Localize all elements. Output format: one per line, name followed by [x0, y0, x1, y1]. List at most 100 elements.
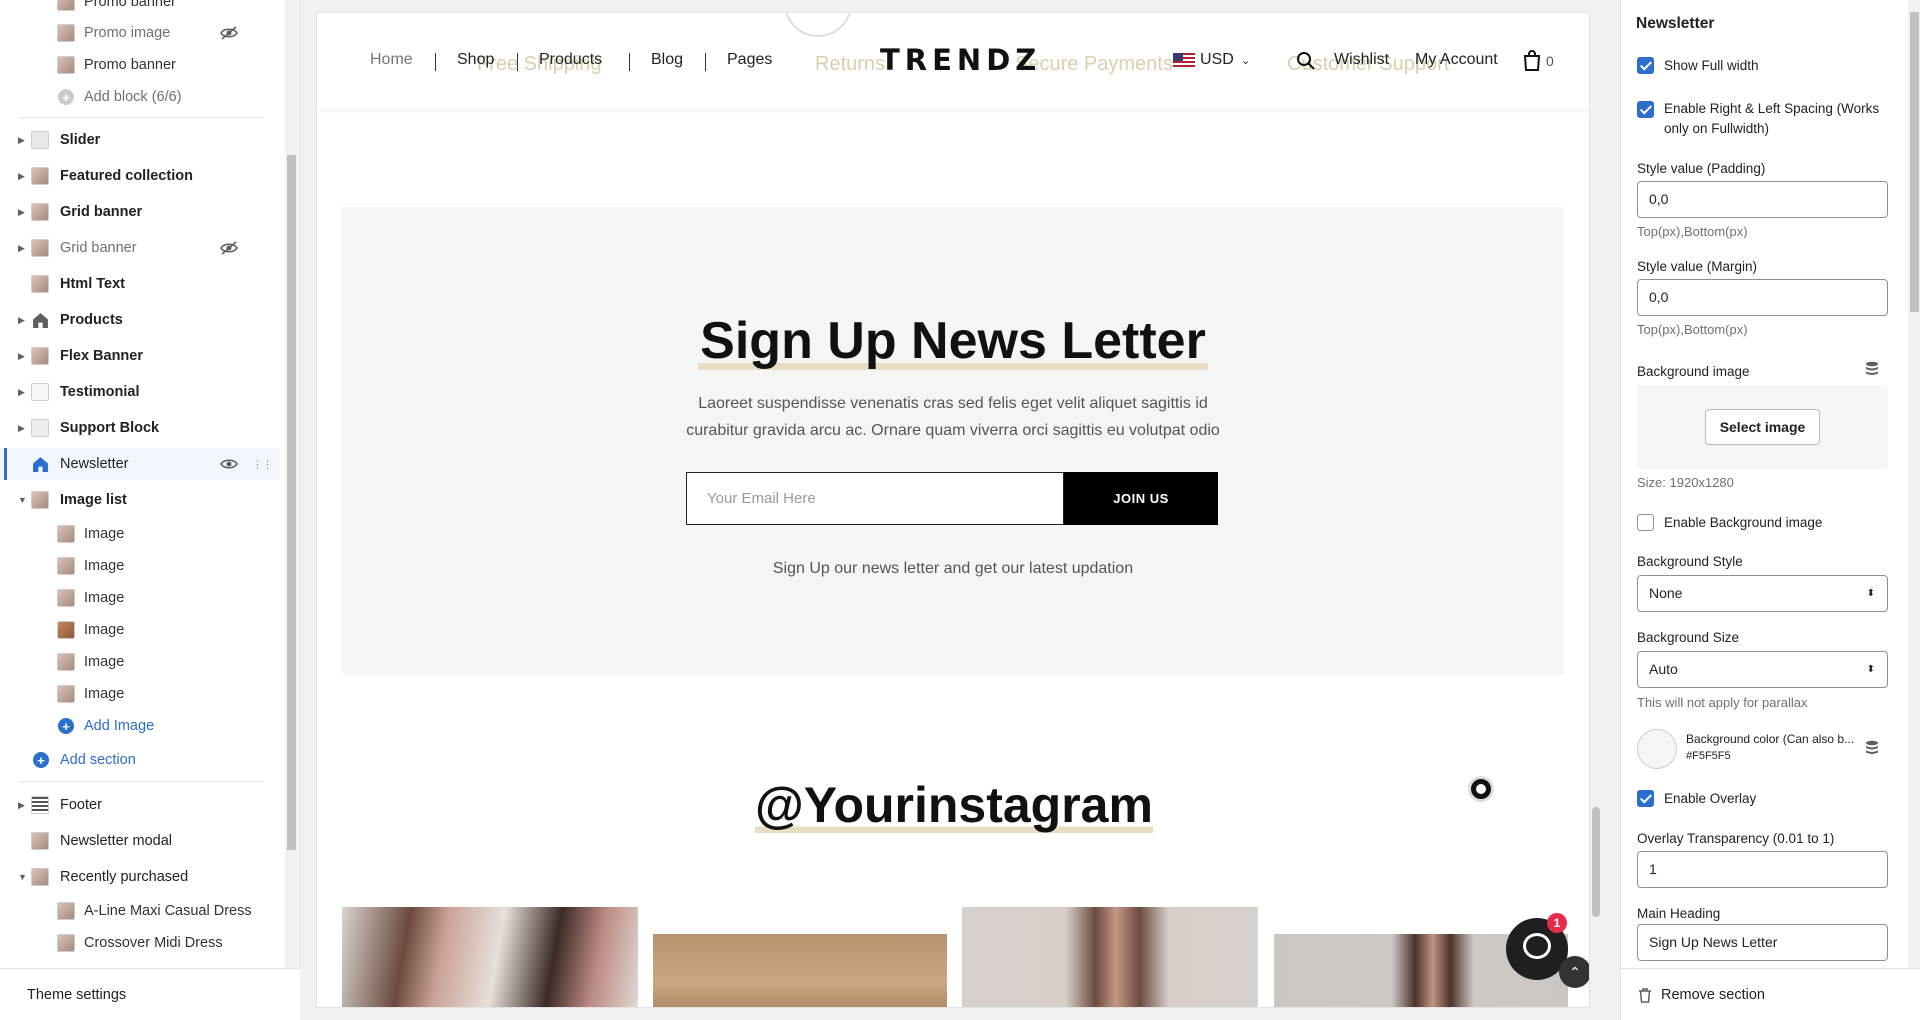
block-product[interactable]: Crossover Midi Dress: [0, 927, 280, 959]
bg-style-select[interactable]: None ⬍: [1637, 575, 1888, 612]
hidden-eye-icon[interactable]: [219, 240, 239, 256]
thumbnail-icon: [31, 275, 49, 293]
wishlist-link[interactable]: Wishlist: [1334, 51, 1389, 69]
section-recently-purchased[interactable]: ▼ Recently purchased: [0, 861, 280, 893]
tree-item-promo-image[interactable]: Promo image: [0, 17, 280, 49]
section-grid-banner[interactable]: ▶ Grid banner: [0, 196, 280, 228]
show-full-width-checkbox[interactable]: [1637, 57, 1654, 74]
enable-spacing-checkbox[interactable]: [1637, 101, 1654, 118]
search-icon[interactable]: [1296, 51, 1316, 71]
sidebar-scrollbar[interactable]: [285, 0, 298, 968]
add-section-button[interactable]: + Add section: [0, 744, 280, 776]
dynamic-source-icon[interactable]: [1865, 361, 1879, 377]
section-label: Html Text: [60, 276, 125, 292]
main-heading-input[interactable]: Sign Up News Letter: [1637, 924, 1888, 961]
margin-input[interactable]: 0,0: [1637, 279, 1888, 316]
cart-bag-icon[interactable]: [1523, 50, 1541, 71]
enable-overlay-checkbox[interactable]: [1637, 790, 1654, 807]
instagram-image[interactable]: [962, 907, 1258, 1007]
caret-down-icon[interactable]: ▼: [18, 495, 28, 505]
block-image[interactable]: Image: [0, 582, 280, 614]
tree-item-label: Promo banner: [84, 0, 176, 10]
caret-down-icon[interactable]: ▼: [18, 872, 28, 882]
section-products[interactable]: ▶ Products: [0, 304, 280, 336]
section-grid-banner-hidden[interactable]: ▶ Grid banner: [0, 232, 280, 264]
thumbnail-icon: [31, 239, 49, 257]
instagram-image[interactable]: [342, 907, 638, 1007]
tree-item-promo-banner[interactable]: Promo banner: [0, 0, 280, 18]
bg-size-select[interactable]: Auto ⬍: [1637, 651, 1888, 688]
nav-products[interactable]: Products: [539, 51, 602, 69]
bg-size-label: Background Size: [1637, 630, 1740, 645]
dynamic-source-icon[interactable]: [1865, 740, 1879, 756]
block-image[interactable]: Image: [0, 518, 280, 550]
thumbnail-icon: [31, 868, 49, 886]
padding-input[interactable]: 0,0: [1637, 181, 1888, 218]
thumbnail-icon: [57, 934, 75, 952]
section-newsletter[interactable]: Newsletter ⋮⋮: [0, 448, 280, 480]
section-label: Testimonial: [60, 384, 140, 400]
store-preview: Free Shipping Returns Secure Payments Cu…: [316, 12, 1590, 1008]
caret-right-icon[interactable]: ▶: [18, 171, 28, 182]
section-newsletter-modal[interactable]: Newsletter modal: [0, 825, 280, 857]
eye-icon[interactable]: [219, 456, 239, 472]
section-featured-collection[interactable]: ▶ Featured collection: [0, 160, 280, 192]
bg-color-swatch[interactable]: [1637, 729, 1677, 769]
tree-item-promo-banner[interactable]: Promo banner: [0, 49, 280, 81]
block-image[interactable]: Image: [0, 614, 280, 646]
add-image-button[interactable]: + Add Image: [0, 710, 280, 742]
caret-right-icon[interactable]: ▶: [18, 315, 28, 326]
caret-right-icon[interactable]: ▶: [18, 207, 28, 218]
nav-pages[interactable]: Pages: [727, 51, 772, 69]
newsletter-heading: Sign Up News Letter: [698, 312, 1208, 370]
block-image[interactable]: Image: [0, 646, 280, 678]
section-slider[interactable]: ▶ Slider: [0, 124, 280, 156]
caret-right-icon[interactable]: ▶: [18, 423, 28, 434]
store-logo[interactable]: TRENDZ: [880, 43, 1041, 77]
section-html-text[interactable]: Html Text: [0, 268, 280, 300]
hidden-eye-icon[interactable]: [219, 25, 239, 41]
my-account-link[interactable]: My Account: [1415, 51, 1498, 69]
scroll-top-icon[interactable]: ⌃: [1559, 956, 1589, 988]
drag-handle-icon[interactable]: ⋮⋮: [252, 458, 273, 471]
record-icon[interactable]: [1468, 776, 1494, 802]
scrollbar-thumb[interactable]: [1592, 807, 1600, 917]
block-label: Image: [84, 622, 125, 638]
nav-shop[interactable]: Shop: [457, 51, 494, 69]
remove-section-button[interactable]: Remove section: [1621, 968, 1920, 1020]
email-field[interactable]: [686, 472, 1064, 525]
nav-blog[interactable]: Blog: [651, 51, 683, 69]
caret-right-icon[interactable]: ▶: [18, 800, 28, 811]
preview-scrollbar[interactable]: [1590, 12, 1602, 1008]
caret-right-icon[interactable]: ▶: [18, 351, 28, 362]
scrollbar-thumb[interactable]: [1910, 12, 1919, 312]
section-support-block[interactable]: ▶ Support Block: [0, 412, 280, 444]
join-us-button[interactable]: JOIN US: [1064, 472, 1218, 525]
section-testimonial[interactable]: ▶ Testimonial: [0, 376, 280, 408]
overlay-input[interactable]: 1: [1637, 851, 1888, 888]
caret-right-icon[interactable]: ▶: [18, 135, 28, 146]
currency-selector[interactable]: USD: [1200, 51, 1234, 69]
instagram-image[interactable]: [653, 934, 947, 1007]
nav-home[interactable]: Home: [370, 51, 413, 69]
select-image-button[interactable]: Select image: [1705, 409, 1820, 445]
theme-settings-button[interactable]: Theme settings: [0, 968, 300, 1020]
checkbox-label: Enable Overlay: [1664, 791, 1757, 806]
caret-right-icon[interactable]: ▶: [18, 387, 28, 398]
section-flex-banner[interactable]: ▶ Flex Banner: [0, 340, 280, 372]
section-image-list[interactable]: ▼ Image list: [0, 484, 280, 516]
block-product[interactable]: A-Line Maxi Casual Dress: [0, 895, 280, 927]
plus-icon: +: [33, 752, 49, 768]
section-footer[interactable]: ▶ Footer: [0, 789, 280, 821]
block-image[interactable]: Image: [0, 678, 280, 710]
bg-style-label: Background Style: [1637, 554, 1743, 569]
enable-bg-image-checkbox[interactable]: [1637, 514, 1654, 531]
scrollbar-thumb[interactable]: [287, 155, 296, 850]
panel-scrollbar[interactable]: [1908, 0, 1920, 968]
section-label: Slider: [60, 132, 101, 148]
block-image[interactable]: Image: [0, 550, 280, 582]
caret-right-icon[interactable]: ▶: [18, 243, 28, 254]
email-input[interactable]: [687, 473, 1063, 524]
section-label: Newsletter modal: [60, 833, 173, 849]
add-block-button[interactable]: + Add block (6/6): [0, 81, 280, 113]
